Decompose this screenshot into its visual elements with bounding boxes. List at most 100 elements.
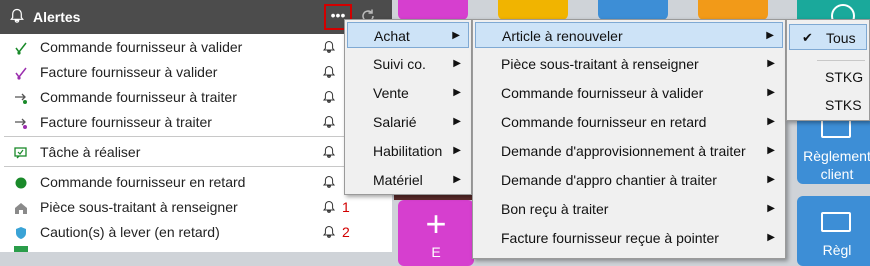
shield-icon [16,227,26,239]
menu-item-commande-en-retard[interactable]: Commande fournisseur en retard ▶ [475,109,783,135]
alert-count: 1 [342,199,350,215]
menu-item-label: Demande d'approvisionnement à traiter [501,143,746,159]
bell-icon[interactable] [322,115,336,129]
menu-item-label: Vente [373,85,409,101]
menu-item-label: Facture fournisseur reçue à pointer [501,230,719,246]
check-green-icon [15,42,27,55]
bell-icon[interactable] [322,225,336,239]
house-icon [15,203,27,214]
alert-label: Pièce sous-traitant à renseigner [40,199,238,215]
tile-label: E [431,244,441,260]
check-purple-icon [15,67,27,80]
tile-label: Règl [822,242,852,258]
alert-label: Commande fournisseur à valider [40,39,243,55]
plus-icon: + [425,203,447,244]
alerts-title: Alertes [33,9,81,25]
submenu-arrow-icon: ▶ [767,116,775,127]
bell-icon[interactable] [322,40,336,54]
arrow-purple-icon [15,118,27,129]
alert-label: Tâche à réaliser [40,144,141,160]
alert-row[interactable]: Tâche à réaliser [0,140,392,165]
menu-item-label: Commande fournisseur à valider [501,85,704,101]
divider [817,60,865,61]
bell-icon[interactable] [322,175,336,189]
tile-blue-top[interactable] [598,0,668,20]
achat-submenu: Article à renouveler ▶ Pièce sous-traita… [472,19,786,259]
submenu-arrow-icon: ▶ [767,87,775,98]
menu-item-label: Achat [374,28,410,44]
alert-label: Facture fournisseur à valider [40,64,218,80]
task-icon [14,147,27,159]
menu-item-label: STKS [825,97,862,113]
menu-item-label: Suivi co. [373,56,426,72]
bell-icon [10,8,24,23]
submenu-arrow-icon: ▶ [453,116,461,127]
submenu-arrow-icon: ▶ [453,58,461,69]
category-menu: Achat ▶ Suivi co. ▶ Vente ▶ Salarié ▶ Ha… [344,19,472,195]
tile-reglement-bottom[interactable]: Règl [797,196,870,266]
menu-item-materiel[interactable]: Matériel ▶ [347,167,469,193]
alert-row[interactable]: Facture fournisseur à traiter [0,110,392,135]
submenu-arrow-icon: ▶ [453,145,461,156]
menu-item-label: Salarié [373,114,417,130]
menu-item-label: STKG [825,69,864,85]
alert-row[interactable]: Commande fournisseur à traiter [0,85,392,110]
menu-item-suivi-co[interactable]: Suivi co. ▶ [347,51,469,77]
arrow-green-icon [15,93,27,104]
submenu-arrow-icon: ▶ [767,58,775,69]
dot-green-icon [15,177,27,189]
alert-row[interactable]: Pièce sous-traitant à renseigner 1 [0,195,392,220]
alert-label: Facture fournisseur à traiter [40,114,212,130]
alert-row[interactable]: Caution(s) à lever (en retard) 2 [0,220,392,245]
menu-item-achat[interactable]: Achat ▶ [347,22,469,48]
tile-plus[interactable]: + E [398,200,474,266]
menu-item-demande-appro-chantier[interactable]: Demande d'appro chantier à traiter ▶ [475,167,783,193]
menu-item-commande-a-valider[interactable]: Commande fournisseur à valider ▶ [475,80,783,106]
submenu-arrow-icon: ▶ [766,30,774,41]
menu-item-bon-recu[interactable]: Bon reçu à traiter ▶ [475,196,783,222]
menu-item-habilitation[interactable]: Habilitation ▶ [347,138,469,164]
alert-row[interactable]: Commande fournisseur à valider [0,35,392,60]
alert-count: 2 [342,224,350,240]
alert-label: Commande fournisseur à traiter [40,89,237,105]
folder-icon [821,212,851,232]
bell-icon[interactable] [322,145,336,159]
menu-item-label: Demande d'appro chantier à traiter [501,172,717,188]
menu-item-stkg[interactable]: STKG [789,64,867,90]
partial-row [14,246,28,252]
menu-item-salarie[interactable]: Salarié ▶ [347,109,469,135]
tile-yellow-top[interactable] [498,0,568,20]
tile-orange-top[interactable] [698,0,768,20]
menu-item-facture-a-pointer[interactable]: Facture fournisseur reçue à pointer ▶ [475,225,783,251]
submenu-arrow-icon: ▶ [453,87,461,98]
alert-label: Caution(s) à lever (en retard) [40,224,220,240]
submenu-arrow-icon: ▶ [767,145,775,156]
menu-item-label: Pièce sous-traitant à renseigner [501,56,699,72]
article-filter-submenu: ✔ Tous STKG STKS [786,19,870,121]
alerts-header: Alertes ••• [0,0,392,34]
alerts-panel: Alertes ••• Commande fournisseur à valid… [0,0,392,252]
menu-item-tous[interactable]: ✔ Tous [789,24,867,50]
menu-item-piece-sous-traitant[interactable]: Pièce sous-traitant à renseigner ▶ [475,51,783,77]
checkmark-icon: ✔ [802,30,813,45]
bell-icon[interactable] [322,90,336,104]
submenu-arrow-icon: ▶ [767,232,775,243]
menu-item-label: Article à renouveler [502,28,623,44]
menu-item-demande-approvisionnement[interactable]: Demande d'approvisionnement à traiter ▶ [475,138,783,164]
alert-row[interactable]: Commande fournisseur en retard [0,170,392,195]
submenu-arrow-icon: ▶ [767,174,775,185]
menu-item-label: Commande fournisseur en retard [501,114,707,130]
menu-item-vente[interactable]: Vente ▶ [347,80,469,106]
submenu-arrow-icon: ▶ [453,174,461,185]
menu-item-label: Bon reçu à traiter [501,201,609,217]
menu-item-stks[interactable]: STKS [789,92,867,118]
bell-icon[interactable] [322,200,336,214]
menu-item-article-a-renouveler[interactable]: Article à renouveler ▶ [475,22,783,48]
folder-icon [821,118,851,138]
bell-icon[interactable] [322,65,336,79]
tile-magenta-top[interactable] [398,0,468,20]
tile-label: client [820,166,854,182]
menu-item-label: Habilitation [373,143,443,159]
alert-row[interactable]: Facture fournisseur à valider [0,60,392,85]
divider [4,166,388,167]
